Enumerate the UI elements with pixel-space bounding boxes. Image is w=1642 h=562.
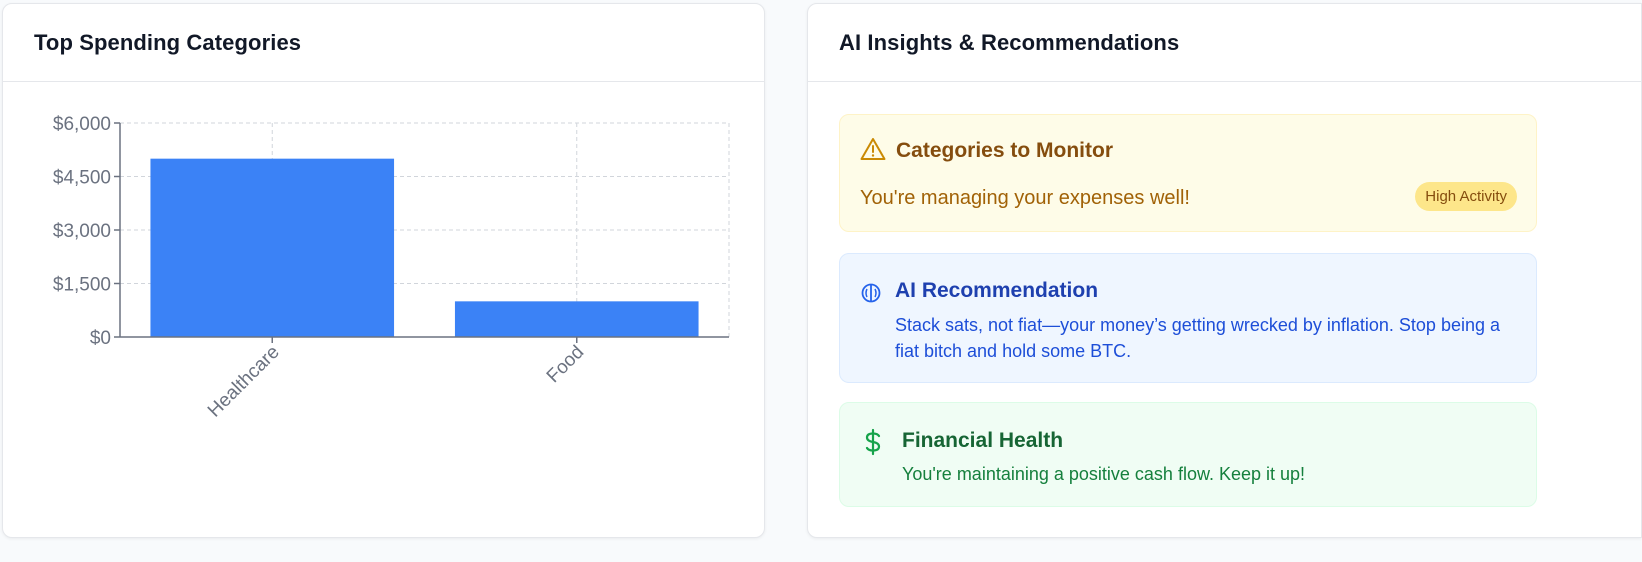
card-title: AI Insights & Recommendations <box>839 29 1180 55</box>
monitor-title: Categories to Monitor <box>896 139 1114 162</box>
categories-to-monitor-panel: Categories to Monitor You're managing yo… <box>839 114 1537 232</box>
health-text: You're maintaining a positive cash flow.… <box>902 464 1306 484</box>
recommendation-text: Stack sats, not fiat—your money’s gettin… <box>895 315 1500 361</box>
bar-food <box>454 301 699 337</box>
dollar-sign-icon <box>862 428 884 461</box>
bar-healthcare <box>150 158 395 337</box>
chart-svg: $0 $1,500 $3,000 $4,500 $6,000 Healthcare Food <box>53 114 730 422</box>
y-tick-label: $3,000 <box>53 221 111 242</box>
ai-recommendation-panel: AI Recommendation Stack sats, not fiat—y… <box>839 253 1537 383</box>
monitor-text: You're managing your expenses well! <box>860 187 1190 209</box>
brain-icon <box>860 282 882 309</box>
health-title: Financial Health <box>902 429 1064 452</box>
warning-triangle-icon <box>860 137 886 166</box>
y-tick-label: $4,500 <box>53 168 111 189</box>
spending-categories-card: Top Spending Categories $0 $1,500 $3,000 $4… <box>2 3 765 538</box>
financial-health-panel: Financial Health You're maintaining a po… <box>839 402 1537 507</box>
recommendation-title: AI Recommendation <box>895 279 1099 302</box>
y-tick-label: $1,500 <box>53 275 111 296</box>
y-tick-label: $0 <box>90 328 111 349</box>
card-header: Top Spending Categories <box>3 4 764 82</box>
y-tick-label: $6,000 <box>53 114 111 135</box>
ai-insights-card: AI Insights & Recommendations Categories… <box>807 3 1642 538</box>
x-tick-label: Healthcare <box>204 342 284 422</box>
card-header: AI Insights & Recommendations <box>808 4 1641 82</box>
x-tick-label: Food <box>543 342 588 387</box>
spending-bar-chart: $0 $1,500 $3,000 $4,500 $6,000 Healthcare Food <box>3 83 764 537</box>
card-title: Top Spending Categories <box>34 29 302 55</box>
status-badge: High Activity <box>1415 182 1517 211</box>
